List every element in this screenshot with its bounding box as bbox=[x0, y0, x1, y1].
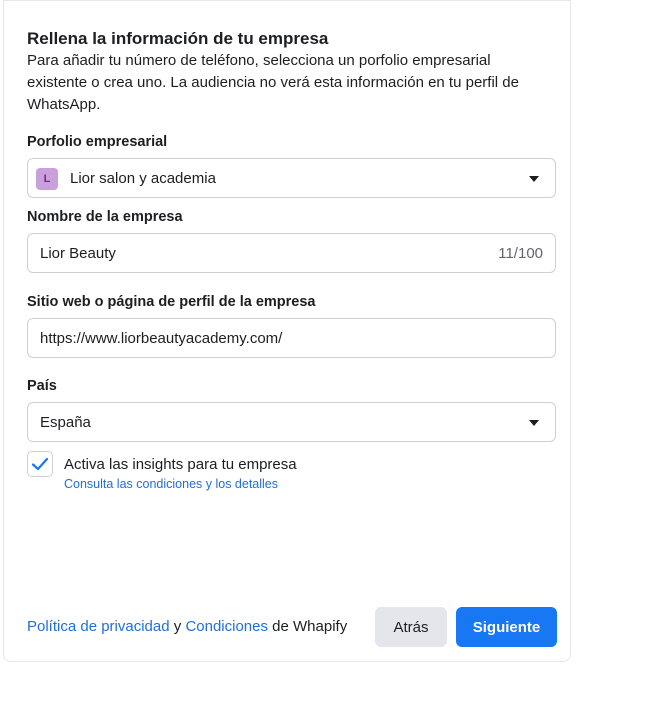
chevron-down-icon bbox=[529, 176, 539, 182]
page-description: Para añadir tu número de teléfono, selec… bbox=[27, 52, 519, 113]
insights-label: Activa las insights para tu empresa bbox=[64, 456, 297, 473]
portfolio-label: Porfolio empresarial bbox=[27, 134, 168, 150]
terms-link[interactable]: Condiciones bbox=[185, 618, 268, 635]
insights-checkbox[interactable] bbox=[27, 451, 53, 477]
character-counter: 11/100 bbox=[498, 245, 543, 262]
next-button[interactable]: Siguiente bbox=[456, 607, 557, 647]
page-title: Rellena la información de tu empresa bbox=[27, 29, 329, 48]
website-input[interactable]: https://www.liorbeautyacademy.com/ bbox=[27, 318, 556, 358]
portfolio-value: Lior salon y academia bbox=[70, 170, 216, 187]
business-info-card: Rellena la información de tu empresa Par… bbox=[3, 0, 571, 662]
portfolio-avatar: L bbox=[36, 168, 58, 190]
company-name-label: Nombre de la empresa bbox=[27, 209, 183, 225]
privacy-policy-link[interactable]: Política de privacidad bbox=[27, 618, 170, 635]
chevron-down-icon bbox=[529, 420, 539, 426]
portfolio-select[interactable]: L Lior salon y academia bbox=[27, 158, 556, 198]
company-name-input[interactable]: Lior Beauty 11/100 bbox=[27, 233, 556, 273]
footer-legal-text: Política de privacidad y Condiciones de … bbox=[27, 618, 347, 635]
country-select[interactable]: España bbox=[27, 402, 556, 442]
check-icon bbox=[31, 457, 49, 471]
insights-terms-link[interactable]: Consulta las condiciones y los detalles bbox=[64, 477, 278, 491]
country-label: País bbox=[27, 378, 57, 394]
website-value: https://www.liorbeautyacademy.com/ bbox=[40, 330, 283, 347]
back-button[interactable]: Atrás bbox=[375, 607, 447, 647]
footer-and-text: y bbox=[173, 618, 182, 635]
footer-suffix: de Whapify bbox=[272, 618, 348, 635]
company-name-value: Lior Beauty bbox=[40, 245, 116, 262]
website-label: Sitio web o página de perfil de la empre… bbox=[27, 294, 316, 310]
country-value: España bbox=[40, 414, 91, 431]
